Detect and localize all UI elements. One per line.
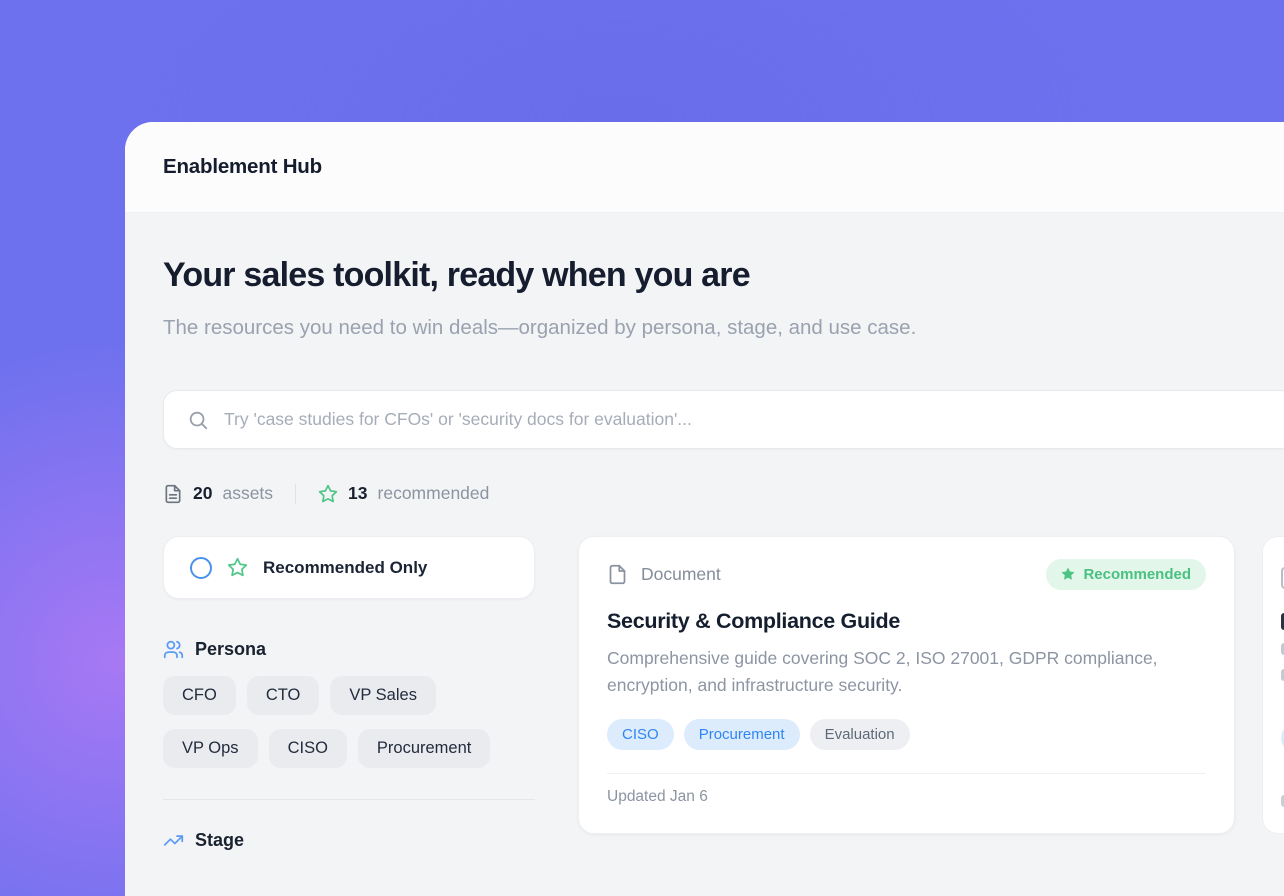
card-header: Document Recommended xyxy=(607,559,1206,589)
card-tag: Evaluation xyxy=(810,719,910,750)
persona-section-title: Persona xyxy=(195,639,266,660)
persona-chips: CFO CTO VP Sales VP Ops CISO Procurement xyxy=(163,676,535,768)
users-icon xyxy=(163,639,184,660)
persona-header: Persona xyxy=(163,639,535,660)
main-content: Recommended Only Persona CF xyxy=(163,536,1284,851)
card-tag: CISO xyxy=(607,719,674,750)
panel-body: Your sales toolkit, ready when you are T… xyxy=(125,213,1284,851)
card-updated: Updated Jan 6 xyxy=(607,774,1206,806)
stage-section-title: Stage xyxy=(195,830,244,851)
stage-filter-section: Stage xyxy=(163,830,535,851)
card-type: Document xyxy=(607,564,721,585)
persona-chip[interactable]: VP Ops xyxy=(163,729,258,768)
trending-up-icon xyxy=(163,830,184,851)
assets-count: 20 xyxy=(193,483,212,504)
app-header: Enablement Hub xyxy=(125,122,1284,213)
persona-chip[interactable]: Procurement xyxy=(358,729,490,768)
asset-cards-grid: Document Recommended Security & Complian… xyxy=(578,536,1284,834)
persona-filter-section: Persona CFO CTO VP Sales VP Ops CISO Procurem… xyxy=(163,639,535,768)
recommended-label: recommended xyxy=(378,483,490,504)
card-tags: CISO Procurement Evaluation xyxy=(607,719,1206,750)
stats-row: 20 assets 13 recommended xyxy=(163,483,1284,504)
page-subtitle: The resources you need to win deals—orga… xyxy=(163,309,998,346)
recommended-count: 13 xyxy=(348,483,367,504)
page-background: { "app": { "title": "Enablement Hub" }, … xyxy=(0,0,1284,896)
recommended-badge-label: Recommended xyxy=(1083,566,1191,583)
sidebar-divider xyxy=(163,799,535,800)
card-type-label: Document xyxy=(641,564,721,585)
app-title: Enablement Hub xyxy=(163,155,322,179)
card-tag: Procurement xyxy=(684,719,800,750)
stats-divider xyxy=(295,484,296,504)
persona-chip[interactable]: CISO xyxy=(269,729,347,768)
search-bar[interactable] xyxy=(163,390,1284,449)
search-icon xyxy=(187,409,209,431)
stage-header: Stage xyxy=(163,830,535,851)
asset-card-partial[interactable] xyxy=(1262,536,1284,834)
star-outline-icon xyxy=(227,557,248,578)
filters-sidebar: Recommended Only Persona CF xyxy=(163,536,535,851)
star-outline-icon xyxy=(318,484,338,504)
page-title: Your sales toolkit, ready when you are xyxy=(163,255,1284,295)
star-filled-icon xyxy=(1061,567,1075,581)
main-panel: Enablement Hub Your sales toolkit, ready… xyxy=(125,122,1284,896)
recommended-badge: Recommended xyxy=(1046,559,1206,590)
asset-card-security-compliance[interactable]: Document Recommended Security & Complian… xyxy=(578,536,1235,834)
search-input[interactable] xyxy=(224,409,1273,430)
card-title: Security & Compliance Guide xyxy=(607,609,1206,634)
persona-chip[interactable]: CTO xyxy=(247,676,320,715)
assets-label: assets xyxy=(222,483,273,504)
file-text-icon xyxy=(163,484,183,504)
assets-stat: 20 assets xyxy=(163,483,273,504)
recommended-only-label: Recommended Only xyxy=(263,558,427,578)
recommended-only-toggle[interactable]: Recommended Only xyxy=(163,536,535,599)
persona-chip[interactable]: VP Sales xyxy=(330,676,436,715)
document-icon xyxy=(607,564,628,585)
card-description: Comprehensive guide covering SOC 2, ISO … xyxy=(607,645,1202,698)
recommended-stat: 13 recommended xyxy=(318,483,489,504)
persona-chip[interactable]: CFO xyxy=(163,676,236,715)
toggle-circle-icon[interactable] xyxy=(190,557,212,579)
